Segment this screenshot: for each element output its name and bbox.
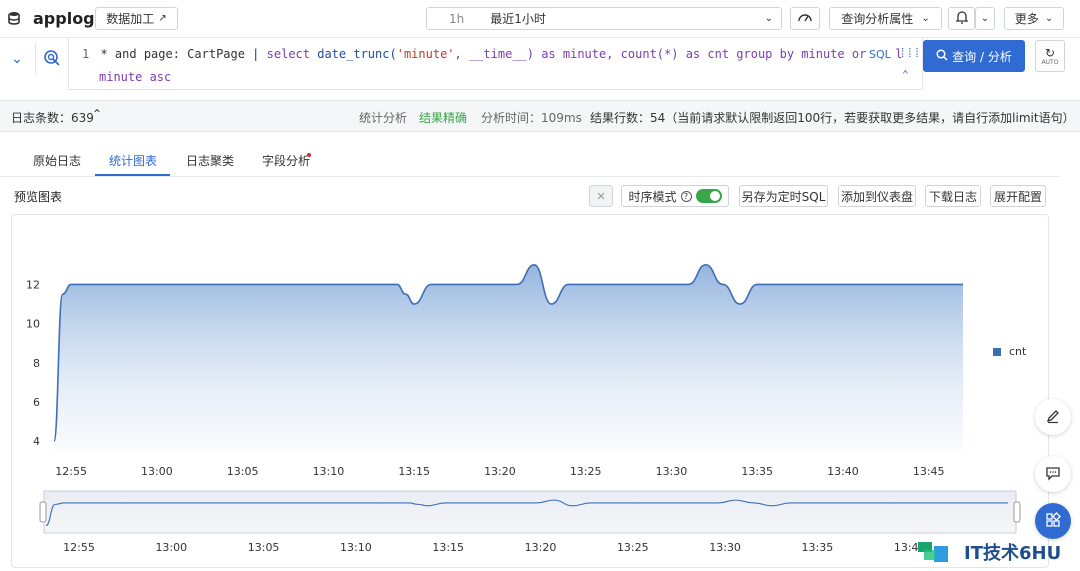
query-string: 'minute' — [396, 47, 455, 61]
watermark-logo — [918, 542, 948, 562]
tab-field-analysis[interactable]: 字段分析 — [262, 152, 310, 169]
grid-apps-icon — [1045, 511, 1061, 531]
app-name: applog — [33, 9, 95, 28]
analysis-time: 分析时间：109ms — [481, 111, 582, 125]
chart-container — [11, 214, 1049, 568]
stat-mode-label: 统计分析 — [359, 111, 408, 125]
line-number: 1 — [82, 47, 90, 61]
data-process-button[interactable]: 数据加工 ↗ — [95, 7, 178, 30]
watermark-text: IT技术6HU — [964, 543, 1062, 564]
more-menu-button[interactable]: 更多 ⌄ — [1004, 7, 1064, 30]
data-process-label: 数据加工 — [106, 12, 155, 26]
timeseries-toggle[interactable]: 时序模式 ? — [621, 185, 729, 207]
chevron-down-icon: ⌄ — [921, 13, 930, 24]
broom-icon: ✕ — [596, 189, 606, 203]
watermark: IT技术6HU — [918, 538, 1061, 566]
chat-icon — [1045, 465, 1061, 484]
query-prefix: * and page: CartPage | — [100, 47, 267, 61]
legend-label: cnt — [1009, 345, 1027, 358]
apps-float-button[interactable] — [1035, 503, 1071, 539]
active-tab-indicator — [95, 174, 170, 176]
tab-bar: 原始日志 统计图表 日志聚类 字段分析 — [0, 143, 1060, 177]
log-count: 日志条数：639 — [11, 111, 94, 125]
query-function: date_trunc( — [317, 47, 397, 61]
run-query-button[interactable]: 查询 / 分析 — [923, 40, 1025, 72]
pencil-icon — [1045, 408, 1061, 427]
time-short: 1h — [449, 11, 465, 26]
query-editor[interactable]: 1 * and page: CartPage | select date_tru… — [68, 38, 923, 90]
alert-dropdown-button[interactable]: ⌄ — [975, 7, 995, 30]
chevron-down-icon: ⌄ — [1044, 13, 1054, 24]
select-keyword: select — [266, 47, 310, 61]
download-logs-button[interactable]: 下载日志 — [925, 185, 981, 207]
query-bar: ⌄ 1 * and page: CartPage | select date_t… — [0, 37, 1080, 93]
precise-label: 结果精确 — [419, 111, 468, 125]
chart-legend[interactable]: cnt — [993, 345, 1026, 358]
external-link-icon: ↗ — [158, 13, 167, 24]
cursor-target-icon — [43, 49, 61, 70]
time-range-label: 最近1小时 — [490, 12, 546, 26]
format-icon[interactable]: ⁞⁞⁞ — [899, 46, 921, 61]
query-line-2: minute asc — [99, 70, 172, 84]
preview-chart-label: 预览图表 — [14, 190, 63, 204]
bell-icon — [954, 10, 969, 27]
edit-float-button[interactable] — [1035, 399, 1071, 435]
help-icon: ? — [680, 190, 692, 202]
refresh-icon: ↻ — [1044, 45, 1056, 60]
save-scheduled-sql-button[interactable]: 另存为定时SQL — [739, 185, 828, 207]
run-query-label: 查询 / 分析 — [952, 49, 1012, 64]
chevron-down-icon: ⌄ — [11, 51, 23, 67]
tab-stat-chart[interactable]: 统计图表 — [109, 152, 157, 169]
tab-raw-logs[interactable]: 原始日志 — [33, 152, 81, 169]
gauge-icon — [797, 11, 813, 26]
query-attr-select[interactable]: 查询分析属性 ⌄ — [829, 7, 942, 30]
chevron-up-icon[interactable]: ⌃ — [92, 107, 102, 121]
auto-label: AUTO — [1041, 58, 1059, 66]
tab-log-cluster[interactable]: 日志聚类 — [186, 152, 234, 169]
timeseries-label: 时序模式 — [628, 189, 677, 204]
query-mode-button[interactable] — [35, 42, 67, 76]
database-icon — [8, 11, 20, 25]
refresh-speed-button[interactable] — [790, 7, 820, 30]
legend-swatch — [993, 347, 1001, 356]
status-bar: 日志条数：639 ⌃ 统计分析 结果精确 分析时间：109ms 结果行数：54（… — [0, 100, 1080, 132]
add-to-dashboard-button[interactable]: 添加到仪表盘 — [838, 185, 916, 207]
search-icon — [936, 48, 948, 64]
time-range-select[interactable]: 1h 最近1小时 ⌄ — [426, 7, 782, 30]
chevron-down-icon: ⌄ — [980, 13, 990, 24]
collapse-query-button[interactable]: ⌄ — [2, 42, 32, 76]
query-attr-label: 查询分析属性 — [841, 12, 914, 26]
chevron-down-icon: ⌄ — [764, 13, 773, 24]
alert-bell-button[interactable] — [948, 7, 975, 30]
top-bar: applog 数据加工 ↗ 1h 最近1小时 ⌄ 查询分析属性 ⌄ ⌄ 更多 ⌄ — [0, 0, 1080, 37]
query-line-1: 1 * and page: CartPage | select date_tru… — [82, 47, 902, 61]
feedback-float-button[interactable] — [1035, 456, 1071, 492]
toggle-switch[interactable] — [695, 189, 722, 203]
expand-config-button[interactable]: 展开配置 — [990, 185, 1046, 207]
chevron-up-icon[interactable]: ⌃ — [902, 68, 909, 81]
more-label: 更多 — [1014, 12, 1039, 26]
auto-refresh-button[interactable]: ↻ AUTO — [1035, 40, 1065, 72]
result-rows: 结果行数：54（当前请求默认限制返回100行，若要获取更多结果，请自行添加lim… — [590, 111, 1075, 125]
clear-button[interactable]: ✕ — [589, 185, 613, 207]
notification-dot — [307, 153, 311, 157]
query-rest: , __time__) as minute, count(*) as cnt g… — [454, 47, 903, 61]
sql-label[interactable]: SQL — [867, 48, 891, 61]
